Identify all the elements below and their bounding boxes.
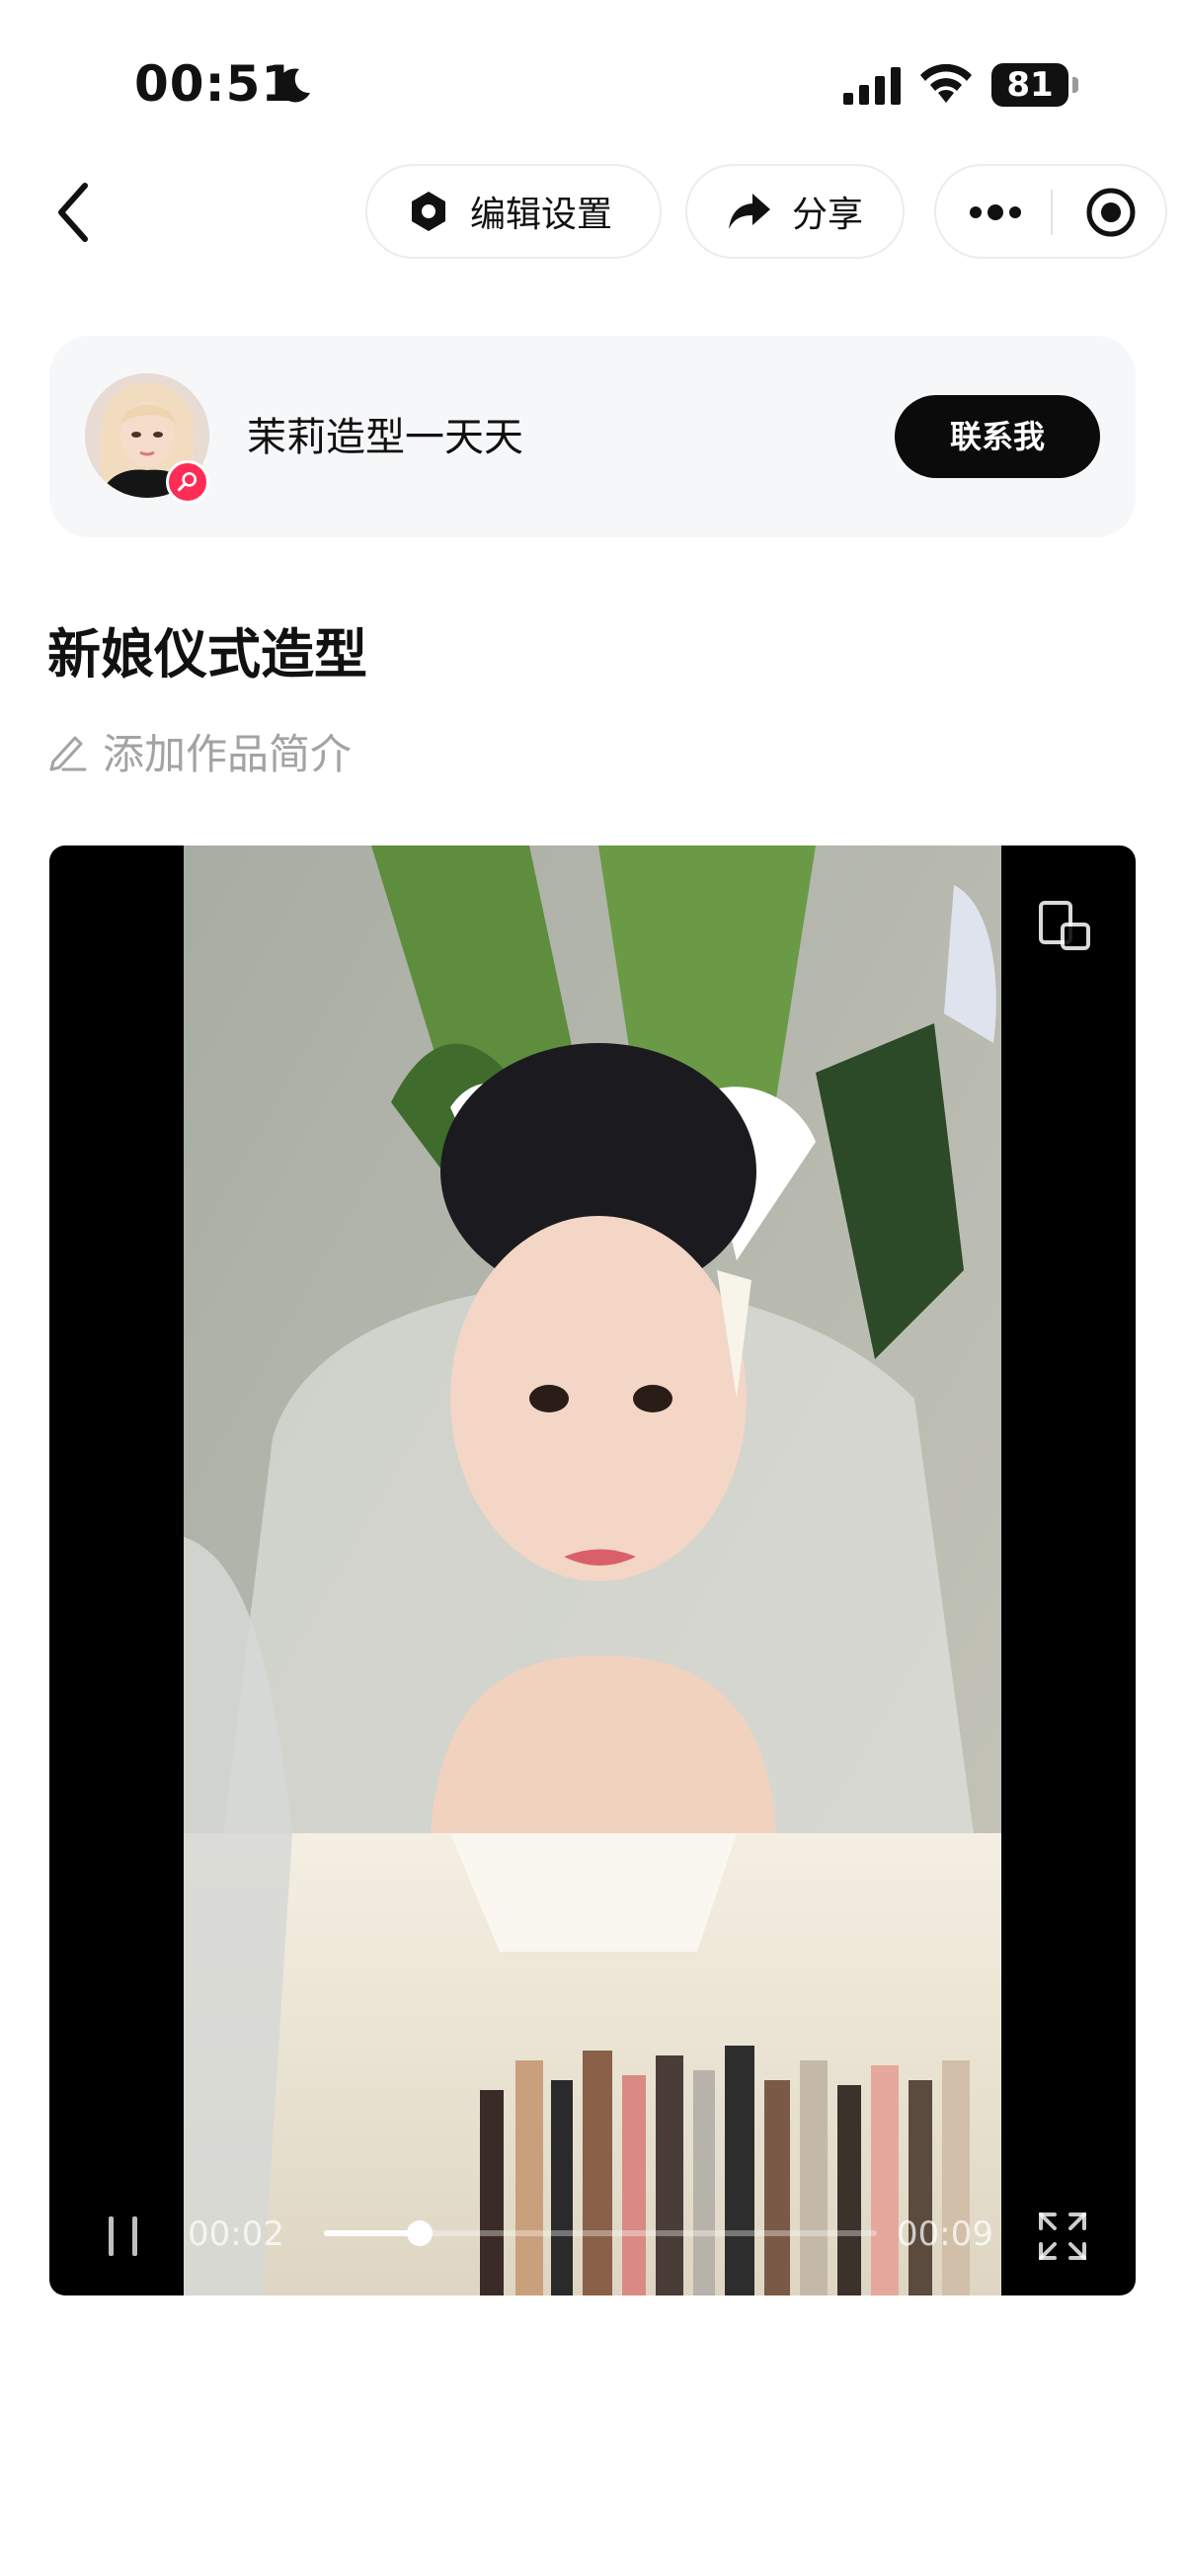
picture-in-picture-icon[interactable] bbox=[1035, 897, 1094, 956]
share-arrow-icon bbox=[729, 194, 770, 229]
profile-card: 茉莉造型一天天 联系我 bbox=[49, 336, 1136, 537]
battery-cap bbox=[1072, 77, 1078, 93]
current-time: 00:02 bbox=[188, 2214, 284, 2254]
moon-icon bbox=[277, 68, 310, 103]
target-circle-icon[interactable] bbox=[1084, 186, 1138, 239]
video-frame-image bbox=[184, 845, 1001, 2295]
video-player[interactable]: 00:02 00:09 bbox=[49, 845, 1136, 2295]
video-frame bbox=[184, 845, 1001, 2295]
edit-settings-label: 编辑设置 bbox=[470, 195, 613, 235]
fullscreen-icon[interactable] bbox=[1033, 2207, 1092, 2266]
mini-program-capsule bbox=[934, 164, 1167, 259]
page-title: 新娘仪式造型 bbox=[47, 623, 367, 685]
edit-settings-button[interactable]: 编辑设置 bbox=[365, 164, 662, 259]
gear-hexagon-icon bbox=[412, 192, 445, 231]
chevron-left-icon bbox=[58, 183, 88, 242]
add-intro-label: 添加作品简介 bbox=[103, 729, 353, 778]
progress-fill bbox=[324, 2230, 420, 2236]
back-button[interactable] bbox=[49, 178, 99, 247]
share-button[interactable]: 分享 bbox=[685, 164, 905, 259]
battery-icon: 81 bbox=[991, 63, 1078, 107]
more-dots-icon[interactable] bbox=[964, 186, 1027, 239]
add-intro-button[interactable]: 添加作品简介 bbox=[47, 721, 352, 780]
pause-icon[interactable] bbox=[99, 2207, 148, 2266]
search-badge-icon bbox=[166, 460, 209, 504]
pencil-icon bbox=[49, 736, 87, 771]
cellular-signal-icon bbox=[843, 67, 901, 105]
profile-name[interactable]: 茉莉造型一天天 bbox=[247, 405, 523, 462]
makeup-brushes bbox=[480, 2046, 970, 2295]
progress-knob[interactable] bbox=[406, 2220, 433, 2246]
wifi-icon bbox=[920, 63, 972, 103]
share-label: 分享 bbox=[792, 195, 864, 235]
contact-me-button[interactable]: 联系我 bbox=[895, 395, 1100, 478]
total-time: 00:09 bbox=[897, 2214, 993, 2254]
progress-bar[interactable] bbox=[324, 2220, 877, 2246]
battery-level: 81 bbox=[991, 63, 1068, 107]
capsule-divider bbox=[1051, 190, 1053, 235]
